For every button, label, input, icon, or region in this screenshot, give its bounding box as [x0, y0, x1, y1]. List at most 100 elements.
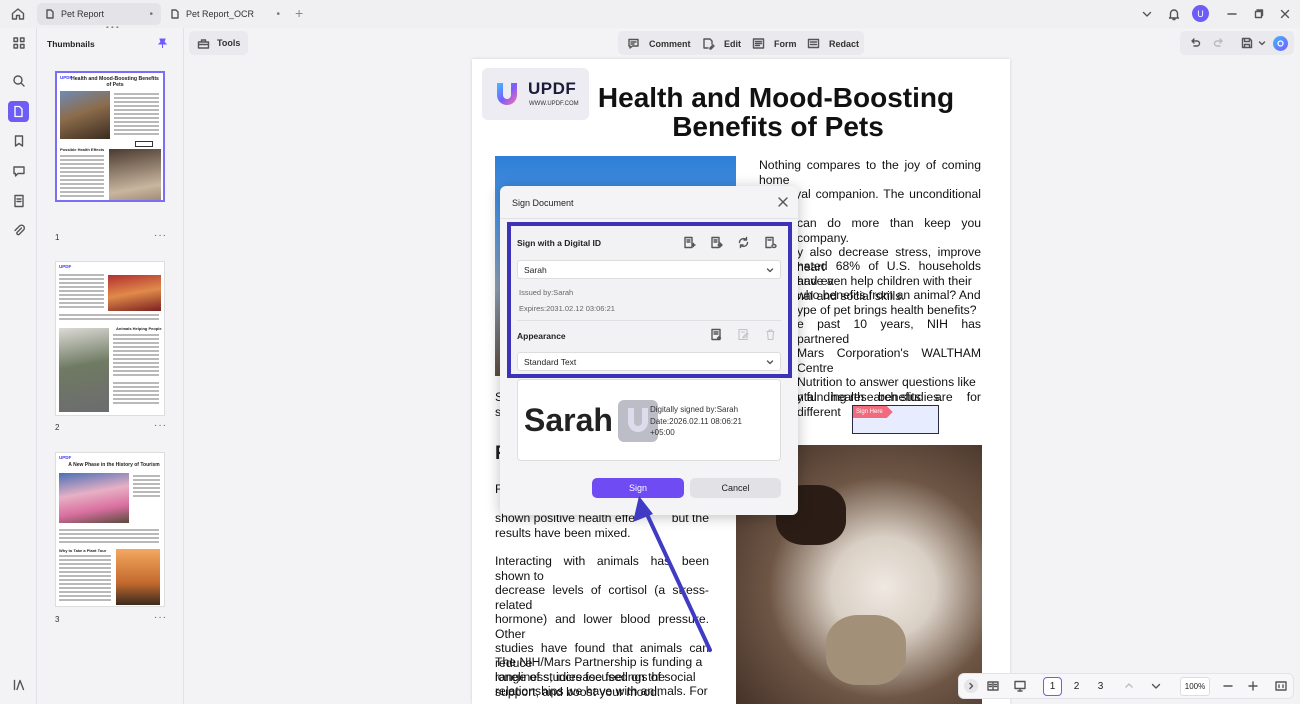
form-label: Form	[774, 38, 797, 49]
bookmark-icon[interactable]	[8, 130, 29, 151]
add-appearance-icon[interactable]	[710, 328, 723, 341]
comment-label: Comment	[649, 38, 691, 49]
zoom-out-icon[interactable]	[1222, 680, 1234, 692]
thumbnails-panel: Thumbnails UPDF Health and Mood-Boosting…	[37, 28, 184, 704]
new-tab-button[interactable]: +	[295, 5, 303, 21]
paragraph-partnership: The NIH/Mars Partnership is funding a ra…	[495, 655, 709, 699]
preview-line: Digitally signed by:Sarah	[650, 405, 739, 414]
previous-page-icon[interactable]	[1123, 680, 1135, 692]
tools-button[interactable]: Tools	[189, 31, 249, 55]
form-button[interactable]: Form	[752, 36, 797, 51]
add-digital-id-icon[interactable]	[683, 236, 696, 249]
thumbnail-page-3[interactable]: UPDF A New Phase in the History of Touri…	[55, 452, 165, 607]
redact-button[interactable]: Redact	[807, 36, 859, 51]
updf-logo-icon	[497, 83, 517, 105]
page-button-3[interactable]: 3	[1091, 677, 1110, 696]
paragraph-households: nated 68% of U.S. households have a who …	[797, 259, 981, 317]
page-layout-icon[interactable]	[986, 679, 1000, 693]
chevron-down-icon[interactable]	[1258, 39, 1266, 47]
document-icon	[46, 9, 54, 19]
tab-label: Pet Report_OCR	[186, 9, 255, 19]
next-page-icon[interactable]	[1150, 680, 1162, 692]
title-bar: • • • Pet Report • Pet Report_OCR • + U	[0, 0, 1300, 32]
tools-label: Tools	[217, 38, 241, 48]
form-icon	[752, 38, 765, 49]
home-icon[interactable]	[10, 6, 26, 22]
presentation-icon[interactable]	[1013, 679, 1027, 693]
text-line: nated 68% of U.S. households have a	[797, 259, 981, 288]
thumb-eiffel-image	[116, 549, 160, 605]
digital-id-select[interactable]: Sarah	[517, 260, 781, 279]
document-icon	[171, 9, 179, 19]
apps-grid-icon[interactable]	[8, 32, 29, 53]
refresh-icon[interactable]	[737, 236, 750, 249]
appearance-section-label: Appearance	[517, 331, 566, 341]
user-avatar[interactable]: U	[1192, 5, 1209, 22]
thumbnail-page-number: 3	[55, 615, 60, 624]
page-button-2[interactable]: 2	[1067, 677, 1086, 696]
more-options-icon[interactable]: ···	[154, 612, 167, 623]
comments-icon[interactable]	[8, 160, 29, 181]
search-icon[interactable]	[8, 70, 29, 91]
close-window-icon[interactable]	[1276, 5, 1294, 23]
fit-page-icon[interactable]	[1274, 679, 1288, 693]
view-digital-id-icon[interactable]	[764, 236, 777, 249]
digital-id-value: Sarah	[524, 264, 547, 275]
collapse-icon[interactable]	[964, 679, 978, 693]
text-line: relationships we have with animals. For	[495, 684, 708, 698]
import-digital-id-icon[interactable]	[710, 236, 723, 249]
attachments-page-icon[interactable]	[8, 190, 29, 211]
thumb-dogs-image	[108, 275, 161, 311]
chevron-down-icon[interactable]	[1138, 5, 1156, 23]
undo-icon[interactable]	[1189, 37, 1201, 49]
page-title-line-2: Benefits of Pets	[672, 111, 884, 142]
text-line: Nutrition to answer questions like	[797, 375, 976, 389]
panel-title: Thumbnails	[47, 39, 95, 49]
thumb-heading: Possible Health Effects	[60, 147, 105, 152]
notification-bell-icon[interactable]	[1165, 5, 1183, 23]
pin-icon[interactable]	[157, 38, 168, 49]
page-button-1[interactable]: 1	[1043, 677, 1062, 696]
thumbnail-page-1[interactable]: UPDF Health and Mood-Boosting Benefits o…	[55, 71, 165, 202]
annotation-arrow	[633, 496, 712, 652]
digital-id-section-label: Sign with a Digital ID	[517, 238, 602, 248]
restore-icon[interactable]	[1250, 5, 1268, 23]
text-line: Nothing compares to the joy of coming ho…	[759, 158, 981, 187]
thumb-title: Health and Mood-Boosting Benefits of Pet…	[71, 76, 159, 88]
redact-icon	[807, 38, 820, 49]
thumbnails-icon[interactable]	[8, 101, 29, 122]
tab-pet-report-ocr[interactable]: Pet Report_OCR •	[162, 3, 288, 25]
comment-button[interactable]: Comment	[627, 36, 691, 51]
tab-pet-report[interactable]: Pet Report •	[37, 3, 161, 25]
appearance-select[interactable]: Standard Text	[517, 352, 781, 371]
edit-button[interactable]: Edit	[702, 36, 741, 51]
zoom-in-icon[interactable]	[1247, 680, 1259, 692]
thumb-cat-image	[60, 91, 110, 139]
minimize-icon[interactable]	[1223, 5, 1241, 23]
tab-close-icon[interactable]: •	[276, 9, 280, 20]
edit-icon	[703, 38, 715, 50]
thumb-logo: UPDF	[59, 455, 72, 460]
zoom-level-field[interactable]: 100%	[1180, 677, 1210, 696]
sidebar-toggle-icon[interactable]	[8, 674, 29, 695]
dialog-title: Sign Document	[512, 198, 574, 208]
redo-icon[interactable]	[1213, 37, 1225, 49]
close-icon[interactable]	[777, 196, 789, 208]
save-icon[interactable]	[1240, 36, 1254, 50]
redact-label: Redact	[829, 38, 860, 49]
paperclip-icon[interactable]	[8, 220, 29, 241]
delete-appearance-icon	[764, 328, 777, 341]
thumb-heading: Animals Helping People	[116, 326, 162, 331]
page-title-line-1: Health and Mood-Boosting	[597, 82, 955, 113]
edit-appearance-icon	[737, 328, 750, 341]
sign-document-dialog: Sign Document Sign with a Digital ID Sar…	[500, 186, 798, 515]
tab-close-icon[interactable]: •	[149, 9, 153, 20]
signature-preview: Sarah Digitally signed by:Sarah Date:202…	[517, 379, 781, 461]
more-options-icon[interactable]: ···	[154, 420, 167, 431]
ai-assistant-icon[interactable]	[1273, 36, 1288, 51]
sign-here-tag: Sign Here	[853, 406, 893, 418]
more-options-icon[interactable]: ···	[154, 230, 167, 241]
thumbnail-page-2[interactable]: UPDF Animals Helping People	[55, 261, 165, 416]
chevron-down-icon	[766, 359, 774, 364]
thumb-street-image	[59, 473, 129, 523]
